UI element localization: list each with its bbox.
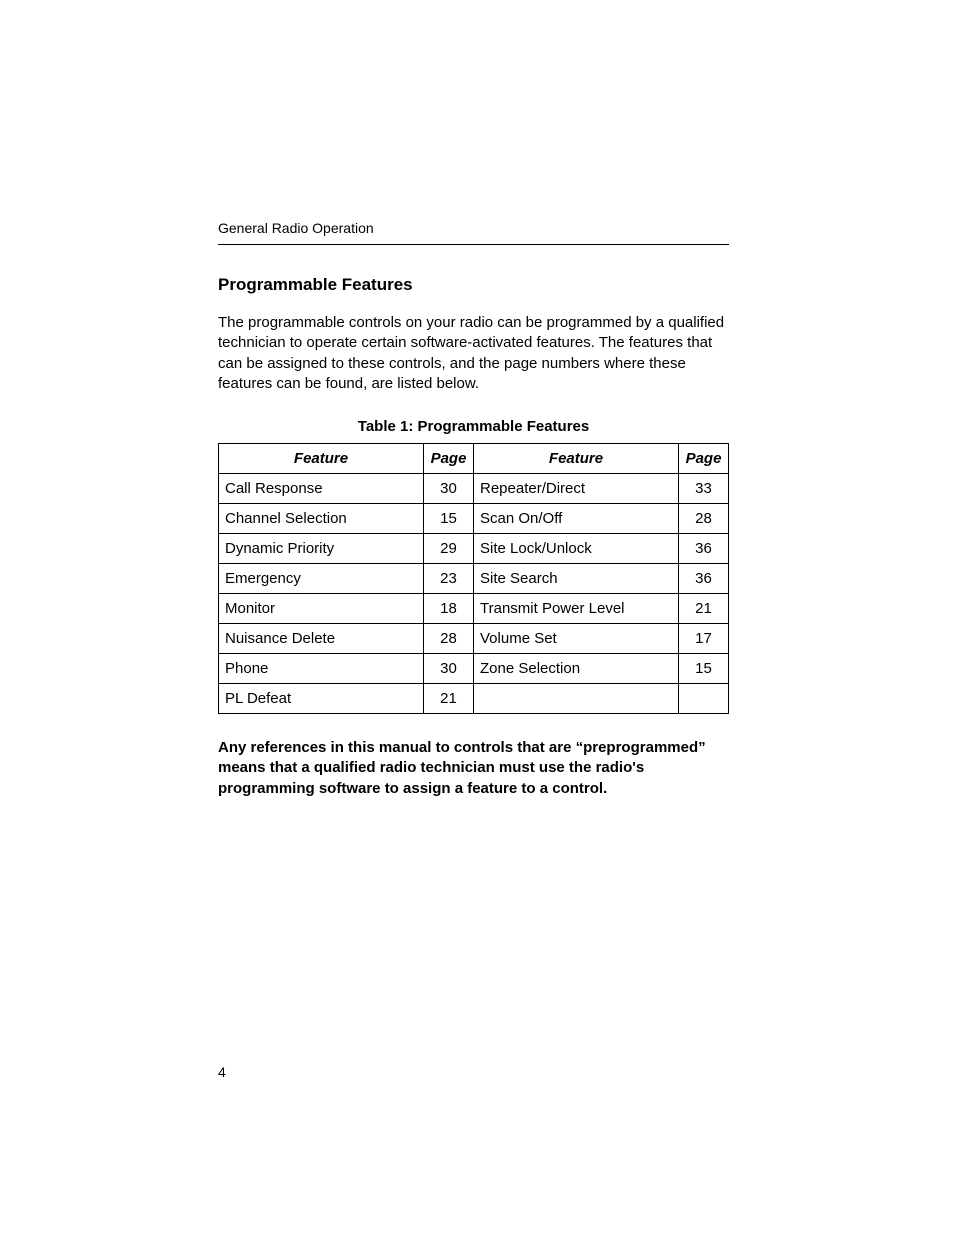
table-row: Phone 30 Zone Selection 15 xyxy=(219,654,729,684)
running-header: General Radio Operation xyxy=(218,220,729,236)
feature-cell: Volume Set xyxy=(474,624,679,654)
feature-cell: Call Response xyxy=(219,474,424,504)
feature-cell: Site Search xyxy=(474,564,679,594)
table-row: Channel Selection 15 Scan On/Off 28 xyxy=(219,504,729,534)
page-cell: 28 xyxy=(424,624,474,654)
page-cell: 15 xyxy=(679,654,729,684)
intro-paragraph: The programmable controls on your radio … xyxy=(218,313,729,394)
col-header-page-2: Page xyxy=(679,444,729,474)
col-header-page-1: Page xyxy=(424,444,474,474)
feature-cell: Scan On/Off xyxy=(474,504,679,534)
page-cell: 23 xyxy=(424,564,474,594)
table-row: Monitor 18 Transmit Power Level 21 xyxy=(219,594,729,624)
page-cell: 30 xyxy=(424,654,474,684)
table-caption: Table 1: Programmable Features xyxy=(218,418,729,435)
col-header-feature-1: Feature xyxy=(219,444,424,474)
feature-cell: Transmit Power Level xyxy=(474,594,679,624)
table-row: Dynamic Priority 29 Site Lock/Unlock 36 xyxy=(219,534,729,564)
feature-cell: Site Lock/Unlock xyxy=(474,534,679,564)
page-number: 4 xyxy=(218,1064,226,1080)
page-cell: 21 xyxy=(679,594,729,624)
feature-cell xyxy=(474,684,679,714)
page-cell: 29 xyxy=(424,534,474,564)
table-row: Call Response 30 Repeater/Direct 33 xyxy=(219,474,729,504)
table-row: PL Defeat 21 xyxy=(219,684,729,714)
table-header-row: Feature Page Feature Page xyxy=(219,444,729,474)
feature-cell: Phone xyxy=(219,654,424,684)
feature-cell: Dynamic Priority xyxy=(219,534,424,564)
page-cell: 15 xyxy=(424,504,474,534)
features-table: Feature Page Feature Page Call Response … xyxy=(218,443,729,714)
feature-cell: Zone Selection xyxy=(474,654,679,684)
page-cell: 18 xyxy=(424,594,474,624)
page-cell: 30 xyxy=(424,474,474,504)
page-cell: 36 xyxy=(679,534,729,564)
table-row: Nuisance Delete 28 Volume Set 17 xyxy=(219,624,729,654)
page-cell: 17 xyxy=(679,624,729,654)
feature-cell: Repeater/Direct xyxy=(474,474,679,504)
feature-cell: Nuisance Delete xyxy=(219,624,424,654)
page-cell: 28 xyxy=(679,504,729,534)
document-page: General Radio Operation Programmable Fea… xyxy=(0,0,954,1235)
page-cell: 33 xyxy=(679,474,729,504)
page-cell: 21 xyxy=(424,684,474,714)
bold-note: Any references in this manual to control… xyxy=(218,738,729,799)
section-heading: Programmable Features xyxy=(218,275,729,295)
page-cell xyxy=(679,684,729,714)
feature-cell: Channel Selection xyxy=(219,504,424,534)
page-cell: 36 xyxy=(679,564,729,594)
col-header-feature-2: Feature xyxy=(474,444,679,474)
feature-cell: Emergency xyxy=(219,564,424,594)
feature-cell: PL Defeat xyxy=(219,684,424,714)
feature-cell: Monitor xyxy=(219,594,424,624)
header-rule xyxy=(218,244,729,245)
table-row: Emergency 23 Site Search 36 xyxy=(219,564,729,594)
